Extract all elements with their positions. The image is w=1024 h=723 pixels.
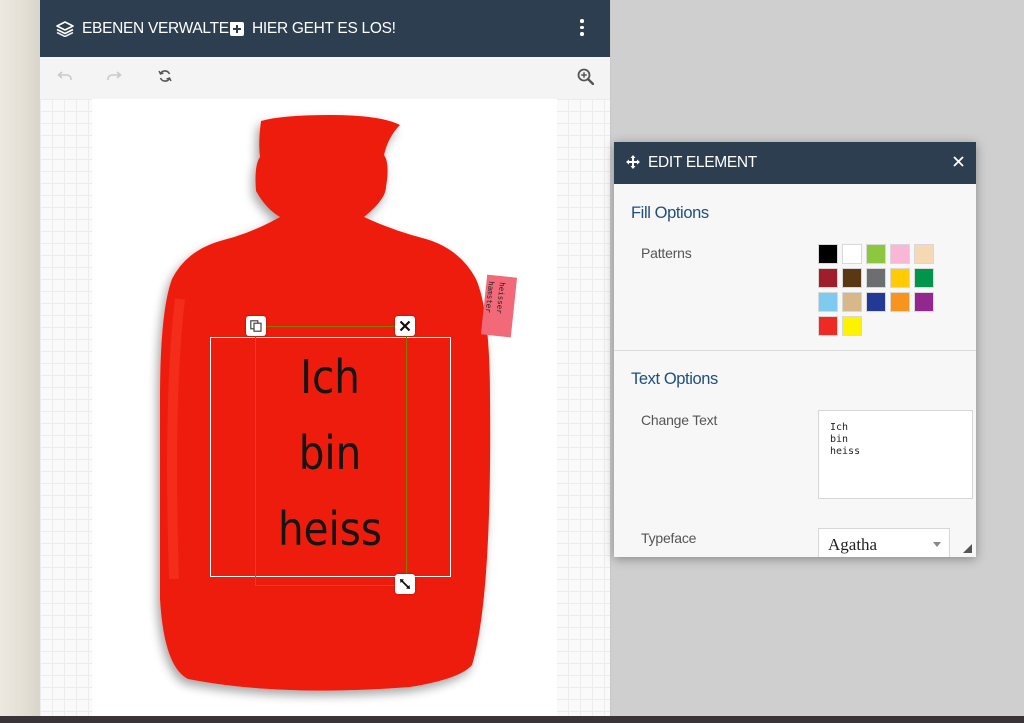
get-started-label: HIER GEHT ES LOS! [252, 19, 396, 37]
change-text-textarea[interactable]: Ich bin heiss [818, 410, 973, 499]
product-tag: heisser hamster [480, 274, 518, 338]
section-divider [614, 350, 976, 351]
color-swatch[interactable] [866, 244, 886, 264]
color-swatch[interactable] [890, 244, 910, 264]
copy-icon [250, 320, 262, 332]
color-swatch[interactable] [818, 244, 838, 264]
designer-topbar: EBENEN VERWALTEN HIER GEHT ES LOS! [40, 0, 610, 57]
design-text-line-3: heiss [277, 502, 382, 556]
text-options-title: Text Options [631, 370, 718, 388]
close-panel-icon[interactable] [953, 156, 964, 167]
change-text-label: Change Text [641, 412, 718, 428]
color-swatch[interactable] [818, 316, 838, 336]
resize-arrows-icon [400, 579, 410, 589]
delete-element-handle[interactable] [395, 316, 415, 336]
color-swatch[interactable] [842, 244, 862, 264]
color-swatch[interactable] [842, 268, 862, 288]
color-swatch[interactable] [842, 292, 862, 312]
refresh-icon[interactable] [158, 69, 172, 83]
color-swatch[interactable] [818, 268, 838, 288]
fill-options-title: Fill Options [631, 204, 709, 222]
design-canvas[interactable]: heisser hamster Ich bin heiss [40, 99, 610, 716]
product-designer: EBENEN VERWALTEN HIER GEHT ES LOS! heiss… [40, 0, 611, 716]
manage-layers-label: EBENEN VERWALTEN [82, 19, 240, 37]
design-text-line-2: bin [298, 426, 362, 480]
copy-element-handle[interactable] [246, 316, 266, 336]
plus-square-icon [230, 21, 244, 36]
design-text-line-1: Ich [300, 350, 360, 404]
typeface-select[interactable]: Agatha [818, 528, 950, 557]
close-icon [399, 320, 411, 332]
chevron-down-icon [933, 542, 941, 547]
layers-icon [56, 20, 74, 37]
more-options-icon[interactable] [576, 16, 588, 40]
move-arrows-icon[interactable] [626, 155, 640, 169]
background-strip [0, 0, 40, 723]
color-swatch[interactable] [866, 292, 886, 312]
undo-icon[interactable] [57, 69, 73, 83]
redo-icon[interactable] [106, 69, 122, 83]
color-swatch[interactable] [914, 268, 934, 288]
color-swatch[interactable] [914, 244, 934, 264]
edit-panel-title: EDIT ELEMENT [648, 154, 757, 171]
color-swatch[interactable] [842, 316, 862, 336]
designer-toolbar [40, 57, 610, 99]
patterns-label: Patterns [641, 245, 692, 261]
color-swatch[interactable] [866, 268, 886, 288]
design-text-element[interactable]: Ich bin heiss [264, 339, 396, 567]
color-swatch[interactable] [914, 292, 934, 312]
get-started-button[interactable]: HIER GEHT ES LOS! [230, 0, 396, 57]
color-swatch[interactable] [818, 292, 838, 312]
edit-element-panel: EDIT ELEMENT Fill Options Patterns Text … [614, 142, 976, 557]
resize-element-handle[interactable] [395, 574, 415, 594]
bottom-bar [0, 716, 1024, 723]
zoom-in-icon[interactable] [577, 68, 594, 85]
manage-layers-button[interactable]: EBENEN VERWALTEN [56, 0, 240, 57]
typeface-selected-value: Agatha [828, 535, 878, 554]
typeface-label: Typeface [641, 530, 697, 546]
color-swatch[interactable] [890, 292, 910, 312]
color-swatch[interactable] [890, 268, 910, 288]
panel-resize-grip-icon[interactable] [963, 544, 972, 553]
edit-panel-header[interactable]: EDIT ELEMENT [614, 142, 976, 184]
